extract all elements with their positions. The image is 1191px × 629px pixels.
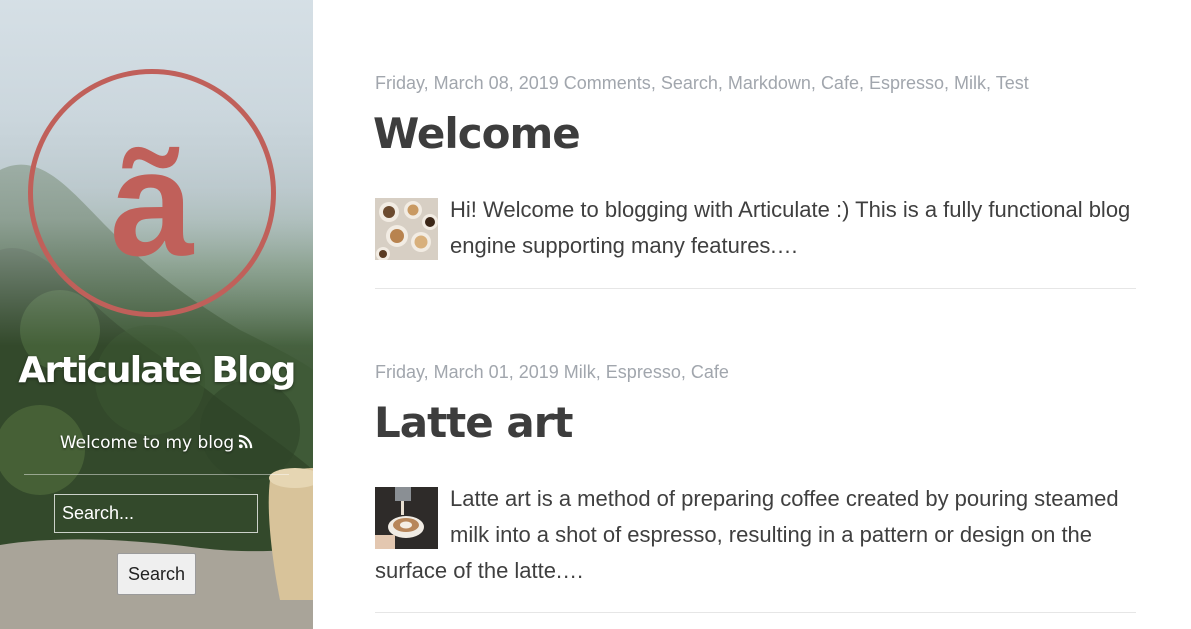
sidebar: ã Articulate Blog Welcome to my blog Sea…: [0, 0, 313, 629]
post-divider: [375, 288, 1136, 289]
tag-link[interactable]: Cafe: [821, 73, 859, 93]
latte-pour-image: [375, 487, 438, 549]
tag-link[interactable]: Espresso: [869, 73, 944, 93]
tag-link[interactable]: Search: [661, 73, 718, 93]
post-thumbnail[interactable]: [375, 198, 438, 260]
tag-link[interactable]: Test: [996, 73, 1029, 93]
tag-link[interactable]: Cafe: [691, 362, 729, 382]
logo-letter: ã: [110, 119, 194, 287]
blog-title[interactable]: Articulate Blog: [0, 350, 313, 391]
post-excerpt: Latte art is a method of preparing coffe…: [375, 481, 1136, 589]
post-date: Friday, March 08, 2019: [375, 73, 559, 93]
search-button[interactable]: Search: [117, 553, 196, 595]
post-meta: Friday, March 01, 2019 Milk, Espresso, C…: [375, 362, 729, 382]
tag-link[interactable]: Markdown: [728, 73, 811, 93]
post-meta: Friday, March 08, 2019 Comments, Search,…: [375, 73, 1029, 93]
rss-icon[interactable]: [238, 434, 253, 449]
post-divider: [375, 612, 1136, 613]
post-excerpt: Hi! Welcome to blogging with Articulate …: [375, 192, 1136, 264]
tagline[interactable]: Welcome to my blog: [0, 433, 313, 453]
tag-link[interactable]: Milk: [564, 362, 596, 382]
post-excerpt-text: Latte art is a method of preparing coffe…: [375, 486, 1119, 583]
post-date: Friday, March 01, 2019: [375, 362, 559, 382]
post-thumbnail[interactable]: [375, 487, 438, 549]
post-title[interactable]: Latte art: [374, 398, 573, 448]
post-title[interactable]: Welcome: [373, 109, 581, 159]
tagline-text: Welcome to my blog: [59, 433, 235, 453]
tag-link[interactable]: Comments: [564, 73, 651, 93]
coffee-cups-image: [375, 198, 438, 260]
tag-link[interactable]: Milk: [954, 73, 986, 93]
sidebar-divider: [24, 474, 289, 475]
blog-logo[interactable]: ã: [28, 69, 276, 317]
tag-link[interactable]: Espresso: [606, 362, 681, 382]
search-input[interactable]: [54, 494, 258, 533]
post-excerpt-text: Hi! Welcome to blogging with Articulate …: [450, 197, 1131, 258]
